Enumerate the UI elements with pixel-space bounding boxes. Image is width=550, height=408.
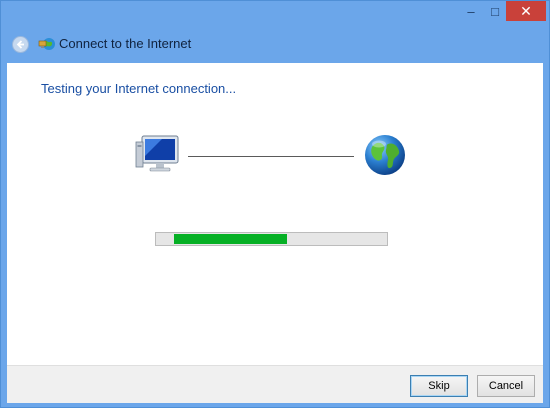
content-area: Testing your Internet connection... <box>7 63 543 365</box>
back-button[interactable] <box>12 36 29 53</box>
connect-to-internet-window: – □ ✕ Connect to the Internet Testing yo… <box>0 0 550 408</box>
wizard-title: Connect to the Internet <box>59 36 192 51</box>
minimize-button[interactable]: – <box>458 1 484 21</box>
connection-line <box>188 156 354 157</box>
maximize-button[interactable]: □ <box>484 1 506 21</box>
close-button[interactable]: ✕ <box>506 1 546 21</box>
button-bar: Skip Cancel <box>7 365 543 403</box>
globe-icon <box>365 135 405 175</box>
title-bar: – □ ✕ <box>1 1 549 27</box>
wizard-header: Connect to the Internet <box>1 27 549 63</box>
cancel-button[interactable]: Cancel <box>477 375 535 397</box>
back-arrow-icon <box>16 40 24 49</box>
connection-progress-bar <box>155 232 388 246</box>
computer-icon <box>135 135 179 172</box>
progress-fill <box>174 234 287 244</box>
skip-button[interactable]: Skip <box>410 375 468 397</box>
status-heading: Testing your Internet connection... <box>41 81 237 96</box>
network-globe-icon <box>38 38 55 50</box>
